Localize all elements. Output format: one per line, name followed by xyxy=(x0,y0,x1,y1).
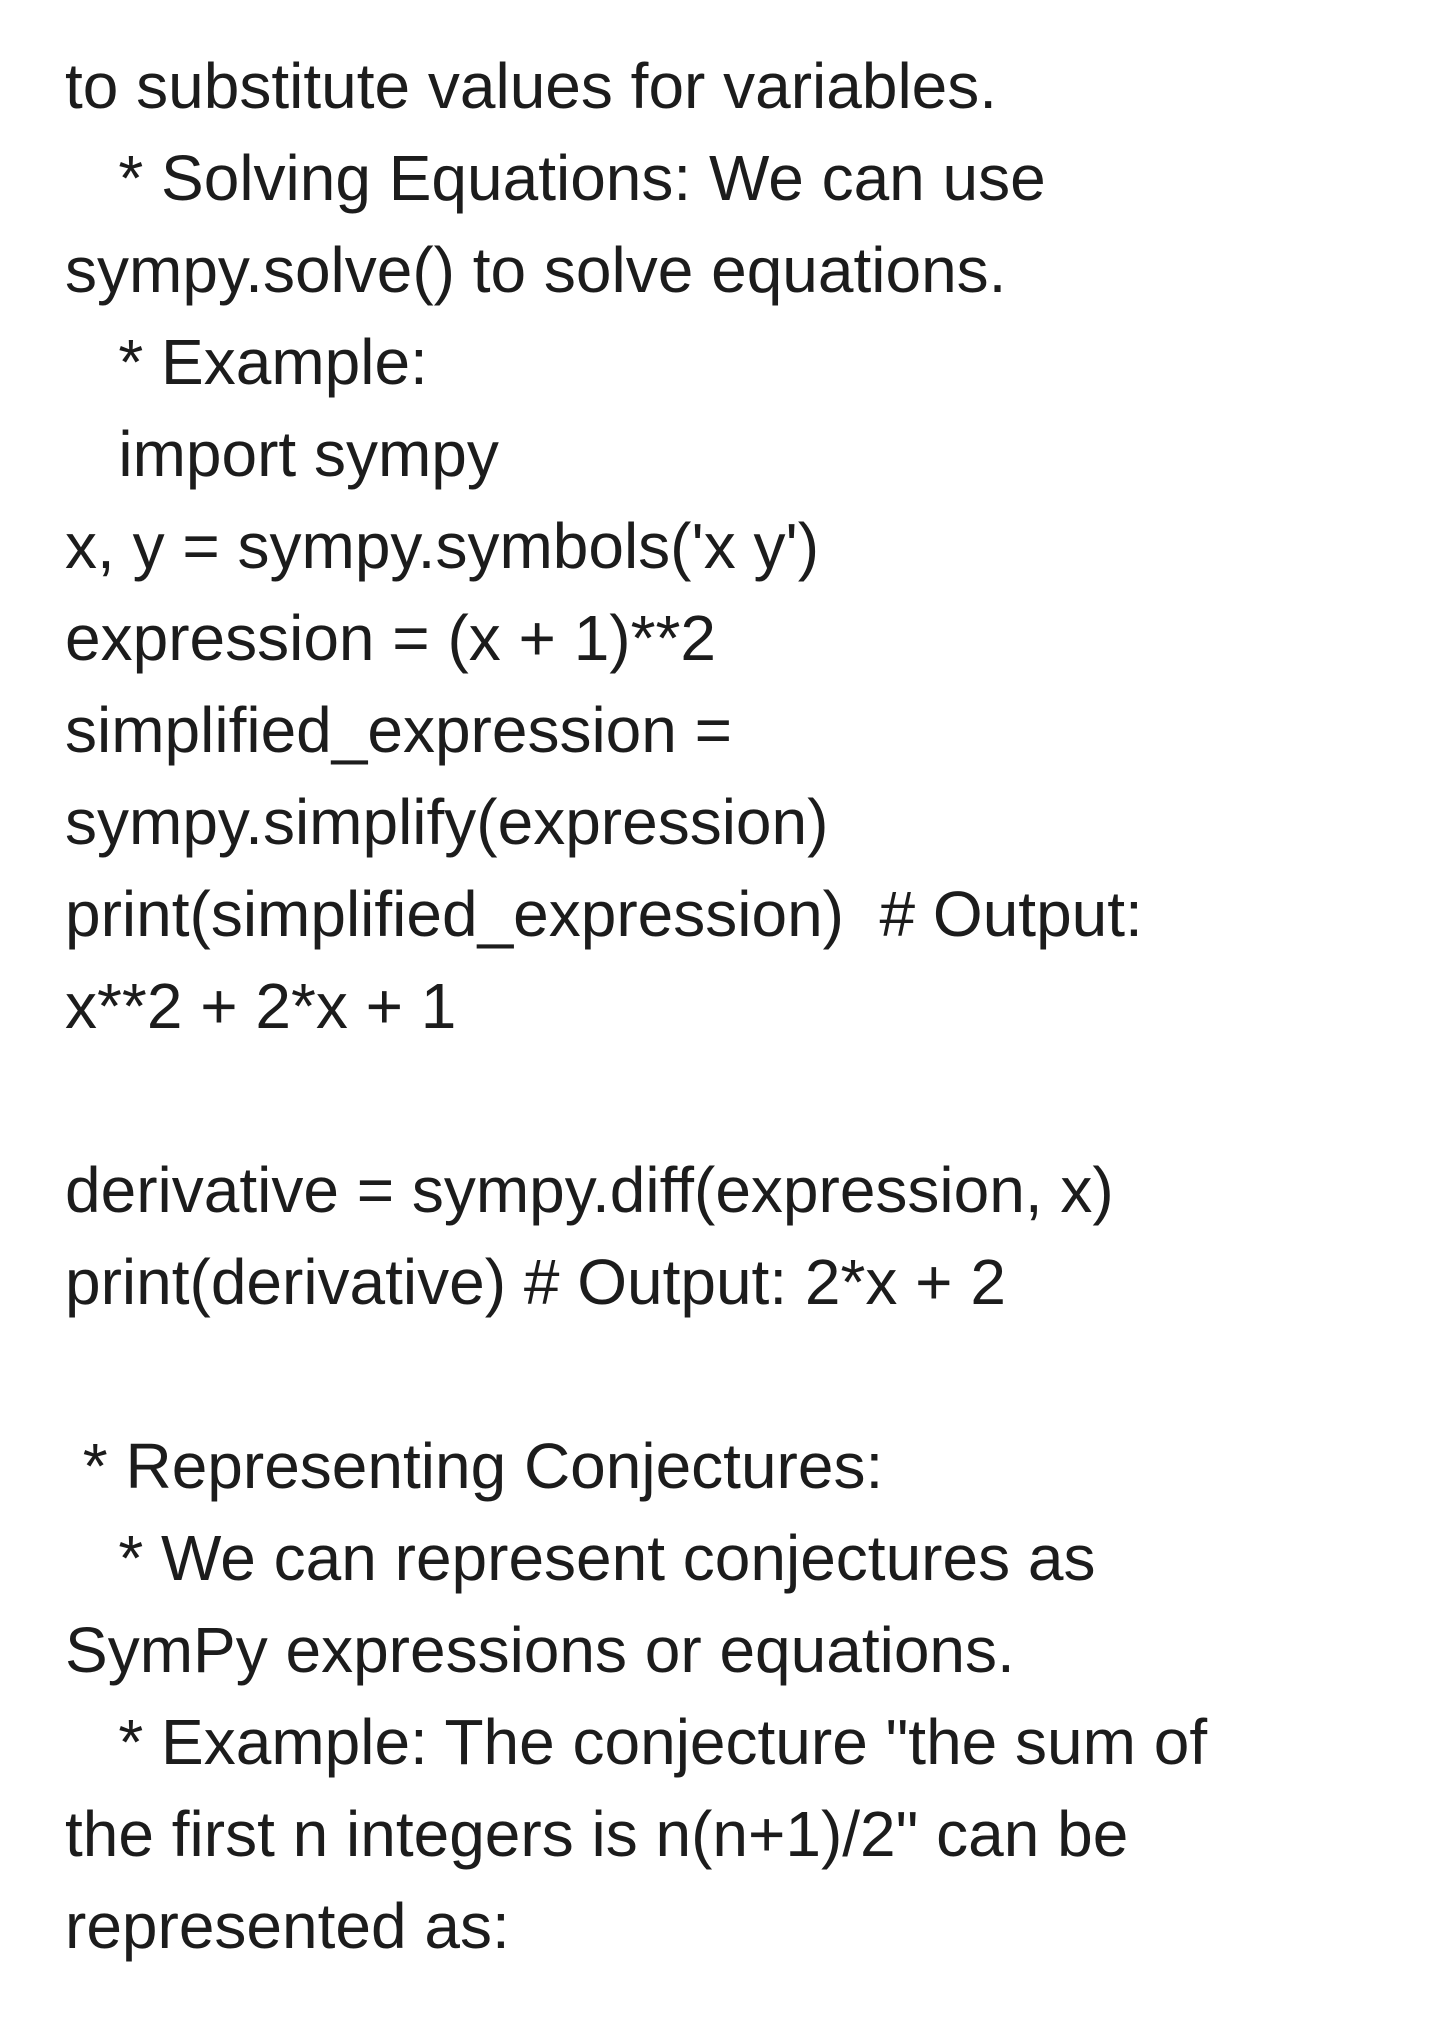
text-line: to substitute values for variables. xyxy=(65,50,998,122)
text-line: the first n integers is n(n+1)/2" can be xyxy=(65,1798,1129,1870)
code-line: simplified_expression = xyxy=(65,694,732,766)
text-line: sympy.solve() to solve equations. xyxy=(65,234,1007,306)
text-line: * Example: xyxy=(65,326,428,398)
text-line: * We can represent conjectures as xyxy=(65,1522,1096,1594)
code-line: sympy.simplify(expression) xyxy=(65,786,829,858)
code-line: x**2 + 2*x + 1 xyxy=(65,970,457,1042)
text-line: * Solving Equations: We can use xyxy=(65,142,1046,214)
text-line: represented as: xyxy=(65,1890,510,1962)
text-line: SymPy expressions or equations. xyxy=(65,1614,1015,1686)
text-line: * Example: The conjecture "the sum of xyxy=(65,1706,1208,1778)
text-line: * Representing Conjectures: xyxy=(65,1430,884,1502)
code-line: expression = (x + 1)**2 xyxy=(65,602,716,674)
code-line: print(derivative) # Output: 2*x + 2 xyxy=(65,1246,1006,1318)
code-line: x, y = sympy.symbols('x y') xyxy=(65,510,819,582)
code-line: derivative = sympy.diff(expression, x) xyxy=(65,1154,1114,1226)
document-body: to substitute values for variables. * So… xyxy=(0,0,1440,2036)
code-line: import sympy xyxy=(65,418,499,490)
code-line: print(simplified_expression) # Output: xyxy=(65,878,1143,950)
